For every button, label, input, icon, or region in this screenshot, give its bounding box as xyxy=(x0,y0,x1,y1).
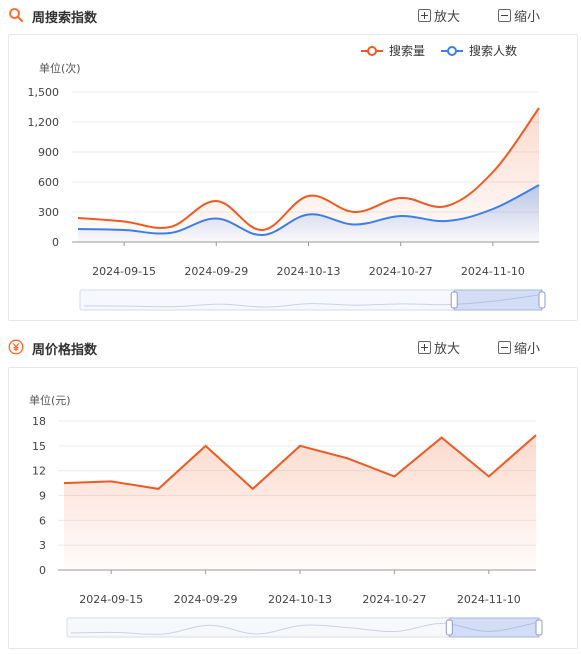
zoom-in-label: 放大 xyxy=(434,10,461,25)
search-index-panel: 单位(次) 0 300 600 900 1,200 1,500 2024-09-15 2024-… xyxy=(8,34,578,321)
x-tick-label: 2024-09-15 xyxy=(79,593,143,606)
plus-icon xyxy=(418,9,431,22)
search-icon xyxy=(9,8,23,22)
y-tick-label: 900 xyxy=(38,146,59,159)
y-tick-label: 12 xyxy=(32,465,46,478)
y-tick-label: 600 xyxy=(38,176,59,189)
search-index-header: 周搜索指数 放大 缩小 xyxy=(8,5,573,27)
y-tick-label: 9 xyxy=(39,490,46,503)
legend-label[interactable]: 搜索量 xyxy=(389,43,425,58)
minus-icon xyxy=(498,341,511,354)
zoom-out-label: 缩小 xyxy=(514,10,541,25)
legend-swatch-marker xyxy=(447,46,457,56)
price-zoom-in-button[interactable]: 放大 xyxy=(418,338,460,357)
unit-label: 单位(次) xyxy=(39,61,81,75)
unit-label: 单位(元) xyxy=(29,393,71,407)
y-tick-label: 1,500 xyxy=(28,86,60,99)
search-zoom-out-button[interactable]: 缩小 xyxy=(498,6,540,25)
price-index-chart: 单位(元) 0 3 6 9 12 15 18 2024-09-15 2024-09-29 2024-… xyxy=(29,393,543,638)
plus-icon xyxy=(418,341,431,354)
x-tick-label: 2024-11-10 xyxy=(461,265,525,278)
x-tick-label: 2024-09-15 xyxy=(92,265,156,278)
x-tick-label: 2024-10-13 xyxy=(277,265,341,278)
x-tick-label: 2024-09-29 xyxy=(174,593,238,606)
price-index-header: 周价格指数 放大 缩小 xyxy=(8,337,573,359)
zoom-slider-left-handle[interactable] xyxy=(445,619,453,636)
x-tick-label: 2024-10-13 xyxy=(268,593,332,606)
minus-icon xyxy=(498,9,511,22)
x-tick-label: 2024-11-10 xyxy=(457,593,521,606)
search-zoom-in-button[interactable]: 放大 xyxy=(418,6,460,25)
zoom-slider-right-handle[interactable] xyxy=(535,619,543,636)
y-tick-label: 1,200 xyxy=(28,116,60,129)
y-tick-label: 3 xyxy=(39,539,46,552)
x-tick-label: 2024-10-27 xyxy=(362,593,426,606)
yen-icon xyxy=(8,339,24,355)
y-tick-label: 0 xyxy=(52,236,59,249)
zoom-slider-left-handle[interactable] xyxy=(450,291,458,309)
zoom-in-label: 放大 xyxy=(434,342,461,357)
zoom-out-label: 缩小 xyxy=(514,342,541,357)
zoom-slider-right-handle[interactable] xyxy=(538,291,546,309)
y-tick-label: 18 xyxy=(32,415,46,428)
x-tick-label: 2024-10-27 xyxy=(369,265,433,278)
price-index-title: 周价格指数 xyxy=(32,343,98,358)
y-tick-label: 6 xyxy=(39,514,46,527)
x-tick-label: 2024-09-29 xyxy=(184,265,248,278)
legend-swatch-marker xyxy=(367,46,377,56)
y-tick-label: 15 xyxy=(32,440,46,453)
zoom-slider-selection[interactable] xyxy=(448,617,540,638)
price-zoom-out-button[interactable]: 缩小 xyxy=(498,338,540,357)
y-tick-label: 300 xyxy=(38,206,59,219)
legend-label[interactable]: 搜索人数 xyxy=(469,43,517,58)
search-index-title: 周搜索指数 xyxy=(32,11,98,26)
zoom-slider-selection[interactable] xyxy=(453,289,543,311)
price-index-panel: 单位(元) 0 3 6 9 12 15 18 2024-09-15 2024-09-29 2024-… xyxy=(8,367,578,649)
search-index-chart: 单位(次) 0 300 600 900 1,200 1,500 2024-09-15 2024-… xyxy=(28,43,546,311)
y-tick-label: 0 xyxy=(39,564,46,577)
series-area-1 xyxy=(64,435,536,570)
